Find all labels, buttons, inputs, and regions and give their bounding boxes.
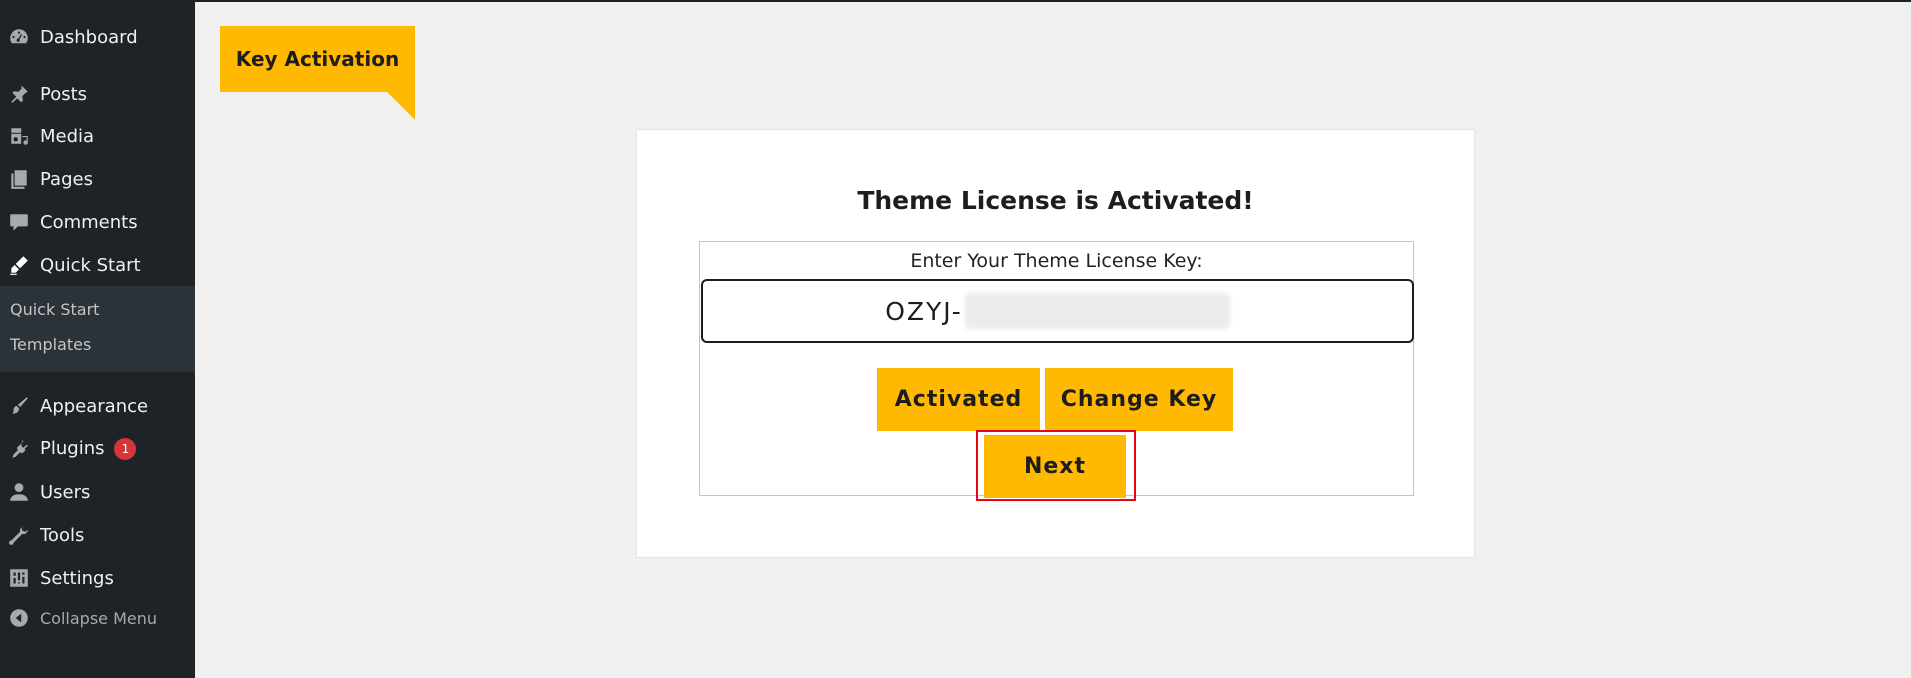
- brush-icon: [8, 395, 30, 417]
- quickstart-icon: [8, 254, 30, 276]
- update-count-badge: 1: [114, 438, 137, 460]
- tab-tail-decoration: [387, 92, 415, 120]
- submenu-item-templates[interactable]: Templates: [10, 335, 91, 354]
- dashboard-icon: [8, 26, 30, 48]
- media-icon: [8, 125, 30, 147]
- sidebar-item-appearance[interactable]: Appearance: [0, 386, 195, 426]
- sidebar-item-tools[interactable]: Tools: [0, 515, 195, 555]
- sidebar-item-label: Dashboard: [40, 26, 138, 48]
- sidebar-item-label: Settings: [40, 567, 114, 589]
- activated-button[interactable]: Activated: [877, 368, 1040, 431]
- top-bar-line: [195, 0, 1911, 2]
- pages-icon: [8, 168, 30, 190]
- user-icon: [8, 481, 30, 503]
- collapse-menu-button[interactable]: Collapse Menu: [0, 598, 195, 638]
- wrench-icon: [8, 524, 30, 546]
- change-key-button[interactable]: Change Key: [1045, 368, 1233, 431]
- sidebar-item-label: Plugins 1: [40, 438, 137, 460]
- plugin-icon: [8, 438, 30, 460]
- collapse-icon: [8, 607, 30, 629]
- license-key-prefix: OZYJ-: [885, 296, 963, 326]
- sidebar-item-quick-start[interactable]: Quick Start: [0, 245, 195, 285]
- blurred-key-value: [964, 293, 1230, 329]
- pin-icon: [8, 83, 30, 105]
- sidebar-item-label: Users: [40, 481, 91, 503]
- plugins-label-text: Plugins: [40, 438, 105, 459]
- key-activation-tab: Key Activation: [220, 26, 415, 92]
- sidebar-item-label: Pages: [40, 168, 93, 190]
- license-key-input[interactable]: OZYJ-: [701, 279, 1414, 343]
- submenu-item-quick-start[interactable]: Quick Start: [10, 300, 99, 319]
- sidebar-item-users[interactable]: Users: [0, 472, 195, 512]
- sidebar-item-pages[interactable]: Pages: [0, 159, 195, 199]
- license-card: Theme License is Activated! Enter Your T…: [636, 129, 1475, 558]
- license-key-label: Enter Your Theme License Key:: [910, 250, 1203, 272]
- sidebar-item-posts[interactable]: Posts: [0, 74, 195, 114]
- sidebar-item-media[interactable]: Media: [0, 116, 195, 156]
- sidebar-item-comments[interactable]: Comments: [0, 202, 195, 242]
- sidebar-item-dashboard[interactable]: Dashboard: [0, 17, 195, 57]
- next-button[interactable]: Next: [984, 435, 1126, 498]
- sidebar-item-settings[interactable]: Settings: [0, 558, 195, 598]
- sidebar-item-label: Collapse Menu: [40, 608, 158, 628]
- sidebar-item-label: Media: [40, 125, 95, 147]
- sidebar-item-label: Appearance: [40, 395, 149, 417]
- sidebar-item-label: Posts: [40, 83, 88, 105]
- card-title: Theme License is Activated!: [857, 186, 1254, 215]
- sidebar-item-label: Quick Start: [40, 254, 141, 276]
- sidebar-item-label: Comments: [40, 211, 138, 233]
- license-form: Enter Your Theme License Key: OZYJ- Acti…: [699, 241, 1414, 501]
- sidebar-item-plugins[interactable]: Plugins 1: [0, 429, 195, 469]
- sidebar-item-label: Tools: [40, 524, 85, 546]
- admin-sidebar: Dashboard Posts Media Pages Comments Qui…: [0, 0, 195, 678]
- page: Dashboard Posts Media Pages Comments Qui…: [0, 0, 1911, 678]
- quick-start-submenu: Quick Start Templates: [0, 286, 195, 372]
- settings-icon: [8, 567, 30, 589]
- comment-icon: [8, 211, 30, 233]
